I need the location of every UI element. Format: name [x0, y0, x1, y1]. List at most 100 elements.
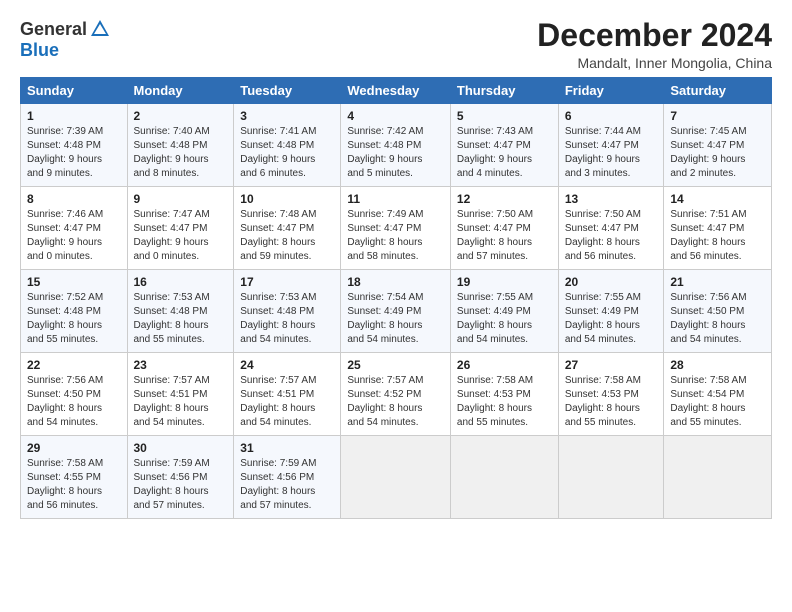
day-number: 28 [670, 358, 765, 372]
day-number: 12 [457, 192, 552, 206]
day-detail: Sunrise: 7:55 AM Sunset: 4:49 PM Dayligh… [457, 291, 552, 347]
main-title: December 2024 [537, 18, 772, 53]
day-detail: Sunrise: 7:57 AM Sunset: 4:52 PM Dayligh… [347, 374, 444, 430]
day-detail: Sunrise: 7:58 AM Sunset: 4:54 PM Dayligh… [670, 374, 765, 430]
calendar-cell: 21Sunrise: 7:56 AM Sunset: 4:50 PM Dayli… [664, 270, 772, 353]
day-number: 29 [27, 441, 121, 455]
day-number: 14 [670, 192, 765, 206]
title-block: December 2024 Mandalt, Inner Mongolia, C… [537, 18, 772, 71]
day-number: 13 [565, 192, 658, 206]
calendar-week-1: 1 Sunrise: 7:39 AM Sunset: 4:48 PM Daylig… [21, 104, 772, 187]
col-header-monday: Monday [127, 78, 234, 104]
day-number: 8 [27, 192, 121, 206]
day-number: 15 [27, 275, 121, 289]
logo-icon [89, 18, 111, 40]
day-number: 16 [134, 275, 228, 289]
day-number: 6 [565, 109, 658, 123]
calendar-cell [664, 436, 772, 519]
day-detail: Sunrise: 7:54 AM Sunset: 4:49 PM Dayligh… [347, 291, 444, 347]
calendar-cell: 20Sunrise: 7:55 AM Sunset: 4:49 PM Dayli… [558, 270, 664, 353]
day-number: 3 [240, 109, 334, 123]
calendar-cell: 28 Sunrise: 7:58 AM Sunset: 4:54 PM Dayli… [664, 353, 772, 436]
col-header-friday: Friday [558, 78, 664, 104]
calendar-cell: 5Sunrise: 7:43 AM Sunset: 4:47 PM Daylig… [450, 104, 558, 187]
day-detail: Sunrise: 7:58 AM Sunset: 4:53 PM Dayligh… [565, 374, 658, 430]
day-number: 23 [134, 358, 228, 372]
header: General Blue December 2024 Mandalt, Inne… [20, 18, 772, 71]
calendar-cell: 13 Sunrise: 7:50 AM Sunset: 4:47 PM Dayli… [558, 187, 664, 270]
day-detail: Sunrise: 7:50 AM Sunset: 4:47 PM Dayligh… [457, 208, 552, 264]
day-number: 22 [27, 358, 121, 372]
calendar-cell: 29 Sunrise: 7:58 AM Sunset: 4:55 PM Dayli… [21, 436, 128, 519]
col-header-tuesday: Tuesday [234, 78, 341, 104]
calendar-cell [558, 436, 664, 519]
day-detail: Sunrise: 7:58 AM Sunset: 4:55 PM Dayligh… [27, 457, 121, 513]
day-detail: Sunrise: 7:57 AM Sunset: 4:51 PM Dayligh… [134, 374, 228, 430]
calendar-cell: 24Sunrise: 7:57 AM Sunset: 4:51 PM Dayli… [234, 353, 341, 436]
calendar-cell: 15 Sunrise: 7:52 AM Sunset: 4:48 PM Dayli… [21, 270, 128, 353]
col-header-thursday: Thursday [450, 78, 558, 104]
calendar-cell: 4 Sunrise: 7:42 AM Sunset: 4:48 PM Daylig… [341, 104, 451, 187]
day-number: 30 [134, 441, 228, 455]
day-number: 31 [240, 441, 334, 455]
calendar-cell: 25Sunrise: 7:57 AM Sunset: 4:52 PM Dayli… [341, 353, 451, 436]
logo: General Blue [20, 18, 111, 61]
calendar-cell: 26 Sunrise: 7:58 AM Sunset: 4:53 PM Dayli… [450, 353, 558, 436]
day-detail: Sunrise: 7:53 AM Sunset: 4:48 PM Dayligh… [240, 291, 334, 347]
day-number: 2 [134, 109, 228, 123]
day-number: 26 [457, 358, 552, 372]
calendar-cell: 3 Sunrise: 7:41 AM Sunset: 4:48 PM Daylig… [234, 104, 341, 187]
day-detail: Sunrise: 7:41 AM Sunset: 4:48 PM Dayligh… [240, 125, 334, 181]
calendar-cell: 12 Sunrise: 7:50 AM Sunset: 4:47 PM Dayli… [450, 187, 558, 270]
day-number: 1 [27, 109, 121, 123]
day-detail: Sunrise: 7:59 AM Sunset: 4:56 PM Dayligh… [240, 457, 334, 513]
calendar-week-4: 22Sunrise: 7:56 AM Sunset: 4:50 PM Dayli… [21, 353, 772, 436]
calendar-cell: 30Sunrise: 7:59 AM Sunset: 4:56 PM Dayli… [127, 436, 234, 519]
day-number: 7 [670, 109, 765, 123]
day-detail: Sunrise: 7:58 AM Sunset: 4:53 PM Dayligh… [457, 374, 552, 430]
day-number: 11 [347, 192, 444, 206]
calendar-cell: 1 Sunrise: 7:39 AM Sunset: 4:48 PM Daylig… [21, 104, 128, 187]
calendar-cell: 19 Sunrise: 7:55 AM Sunset: 4:49 PM Dayli… [450, 270, 558, 353]
col-header-saturday: Saturday [664, 78, 772, 104]
calendar-cell: 22Sunrise: 7:56 AM Sunset: 4:50 PM Dayli… [21, 353, 128, 436]
day-detail: Sunrise: 7:53 AM Sunset: 4:48 PM Dayligh… [134, 291, 228, 347]
day-number: 10 [240, 192, 334, 206]
day-number: 21 [670, 275, 765, 289]
day-number: 4 [347, 109, 444, 123]
day-detail: Sunrise: 7:42 AM Sunset: 4:48 PM Dayligh… [347, 125, 444, 181]
day-number: 19 [457, 275, 552, 289]
calendar-header-row: SundayMondayTuesdayWednesdayThursdayFrid… [21, 78, 772, 104]
calendar-cell [450, 436, 558, 519]
logo-general-text: General [20, 19, 87, 40]
calendar-cell: 16 Sunrise: 7:53 AM Sunset: 4:48 PM Dayli… [127, 270, 234, 353]
calendar-cell [341, 436, 451, 519]
calendar-week-2: 8Sunrise: 7:46 AM Sunset: 4:47 PM Daylig… [21, 187, 772, 270]
day-detail: Sunrise: 7:51 AM Sunset: 4:47 PM Dayligh… [670, 208, 765, 264]
subtitle: Mandalt, Inner Mongolia, China [537, 55, 772, 71]
calendar-cell: 10 Sunrise: 7:48 AM Sunset: 4:47 PM Dayli… [234, 187, 341, 270]
calendar-week-5: 29 Sunrise: 7:58 AM Sunset: 4:55 PM Dayli… [21, 436, 772, 519]
calendar-cell: 6Sunrise: 7:44 AM Sunset: 4:47 PM Daylig… [558, 104, 664, 187]
day-detail: Sunrise: 7:39 AM Sunset: 4:48 PM Dayligh… [27, 125, 121, 181]
calendar-cell: 8Sunrise: 7:46 AM Sunset: 4:47 PM Daylig… [21, 187, 128, 270]
day-detail: Sunrise: 7:50 AM Sunset: 4:47 PM Dayligh… [565, 208, 658, 264]
calendar-cell: 27Sunrise: 7:58 AM Sunset: 4:53 PM Dayli… [558, 353, 664, 436]
calendar-cell: 9Sunrise: 7:47 AM Sunset: 4:47 PM Daylig… [127, 187, 234, 270]
day-detail: Sunrise: 7:47 AM Sunset: 4:47 PM Dayligh… [134, 208, 228, 264]
calendar-cell: 18 Sunrise: 7:54 AM Sunset: 4:49 PM Dayli… [341, 270, 451, 353]
calendar-cell: 17Sunrise: 7:53 AM Sunset: 4:48 PM Dayli… [234, 270, 341, 353]
day-detail: Sunrise: 7:40 AM Sunset: 4:48 PM Dayligh… [134, 125, 228, 181]
day-detail: Sunrise: 7:49 AM Sunset: 4:47 PM Dayligh… [347, 208, 444, 264]
calendar-cell: 2 Sunrise: 7:40 AM Sunset: 4:48 PM Daylig… [127, 104, 234, 187]
calendar-cell: 11 Sunrise: 7:49 AM Sunset: 4:47 PM Dayli… [341, 187, 451, 270]
calendar-table: SundayMondayTuesdayWednesdayThursdayFrid… [20, 77, 772, 519]
calendar-cell: 7 Sunrise: 7:45 AM Sunset: 4:47 PM Daylig… [664, 104, 772, 187]
day-detail: Sunrise: 7:48 AM Sunset: 4:47 PM Dayligh… [240, 208, 334, 264]
day-number: 24 [240, 358, 334, 372]
day-number: 18 [347, 275, 444, 289]
day-detail: Sunrise: 7:45 AM Sunset: 4:47 PM Dayligh… [670, 125, 765, 181]
day-detail: Sunrise: 7:43 AM Sunset: 4:47 PM Dayligh… [457, 125, 552, 181]
day-detail: Sunrise: 7:52 AM Sunset: 4:48 PM Dayligh… [27, 291, 121, 347]
calendar-week-3: 15 Sunrise: 7:52 AM Sunset: 4:48 PM Dayli… [21, 270, 772, 353]
